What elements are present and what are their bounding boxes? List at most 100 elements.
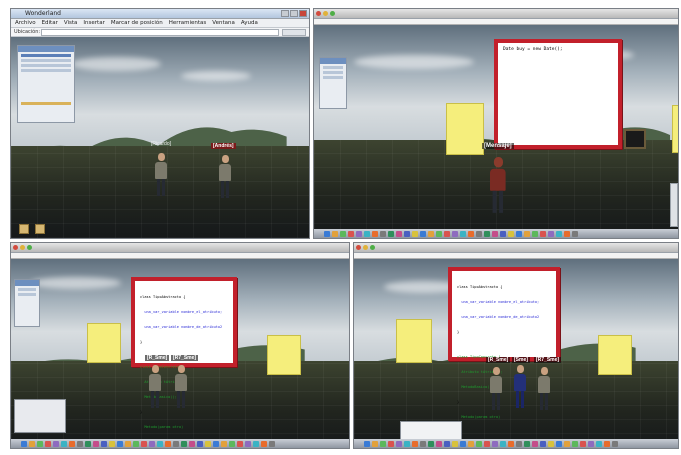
dock-app-icon[interactable] xyxy=(237,440,243,447)
dock-app-icon[interactable] xyxy=(133,440,139,447)
dock-app-icon[interactable] xyxy=(404,230,410,237)
minimize-button[interactable] xyxy=(20,245,25,250)
dock-app-icon[interactable] xyxy=(524,230,530,237)
dock-app-icon[interactable] xyxy=(380,230,386,237)
dock-app-icon[interactable] xyxy=(516,230,522,237)
dock-app-icon[interactable] xyxy=(564,440,570,447)
dock-app-icon[interactable] xyxy=(197,440,203,447)
dock-app-icon[interactable] xyxy=(412,230,418,237)
dock-app-icon[interactable] xyxy=(404,440,410,447)
menu-item-ayuda[interactable]: Ayuda xyxy=(241,19,258,27)
dock-app-icon[interactable] xyxy=(364,230,370,237)
minimize-button[interactable] xyxy=(323,11,328,16)
sticky-note[interactable] xyxy=(672,105,678,153)
sticky-note[interactable] xyxy=(396,319,432,363)
dock-app-icon[interactable] xyxy=(580,440,586,447)
user-list-window[interactable] xyxy=(319,57,347,109)
dock-app-icon[interactable] xyxy=(117,440,123,447)
scrollbar[interactable] xyxy=(670,183,678,227)
whiteboard[interactable]: Date buy = new Date(); xyxy=(494,39,622,149)
user-list-window[interactable] xyxy=(14,279,40,327)
dock-app-icon[interactable] xyxy=(428,440,434,447)
dock-app-icon[interactable] xyxy=(69,440,75,447)
avatar[interactable] xyxy=(219,155,231,198)
dock-app-icon[interactable] xyxy=(516,440,522,447)
dock-app-icon[interactable] xyxy=(420,440,426,447)
avatar[interactable] xyxy=(149,365,161,408)
dock-app-icon[interactable] xyxy=(173,440,179,447)
dock-app-icon[interactable] xyxy=(85,440,91,447)
tool-button[interactable] xyxy=(35,224,45,234)
menu-item-herramientas[interactable]: Herramientas xyxy=(169,19,206,27)
dock-app-icon[interactable] xyxy=(476,440,482,447)
dock-app-icon[interactable] xyxy=(500,440,506,447)
whiteboard[interactable]: class TipoAbstracto { una_var_variable n… xyxy=(448,267,560,419)
dock-app-icon[interactable] xyxy=(141,440,147,447)
dock-app-icon[interactable] xyxy=(604,440,610,447)
dock-app-icon[interactable] xyxy=(484,230,490,237)
dock-app-icon[interactable] xyxy=(340,230,346,237)
dock-app-icon[interactable] xyxy=(556,230,562,237)
dock-app-icon[interactable] xyxy=(612,440,618,447)
dock-app-icon[interactable] xyxy=(388,230,394,237)
dock-app-icon[interactable] xyxy=(396,230,402,237)
sticky-note[interactable] xyxy=(598,335,632,375)
dock-app-icon[interactable] xyxy=(396,440,402,447)
dock-app-icon[interactable] xyxy=(572,230,578,237)
dock-app-icon[interactable] xyxy=(181,440,187,447)
dialog-window[interactable] xyxy=(14,399,66,433)
dock-app-icon[interactable] xyxy=(21,440,27,447)
zoom-button[interactable] xyxy=(27,245,32,250)
dock-app-icon[interactable] xyxy=(556,440,562,447)
dock-app-icon[interactable] xyxy=(420,230,426,237)
dock-app-icon[interactable] xyxy=(332,230,338,237)
menu-item-insertar[interactable]: Insertar xyxy=(83,19,104,27)
dock-app-icon[interactable] xyxy=(245,440,251,447)
dock-app-icon[interactable] xyxy=(189,440,195,447)
menu-item-vista[interactable]: Vista xyxy=(64,19,78,27)
dock-app-icon[interactable] xyxy=(157,440,163,447)
dock-app-icon[interactable] xyxy=(532,230,538,237)
dock-app-icon[interactable] xyxy=(61,440,67,447)
dock-app-icon[interactable] xyxy=(492,440,498,447)
dock-app-icon[interactable] xyxy=(476,230,482,237)
dock-app-icon[interactable] xyxy=(452,440,458,447)
dock-app-icon[interactable] xyxy=(261,440,267,447)
dock-app-icon[interactable] xyxy=(524,440,530,447)
zoom-button[interactable] xyxy=(370,245,375,250)
window-titlebar[interactable] xyxy=(354,243,678,253)
dock-app-icon[interactable] xyxy=(364,440,370,447)
avatar[interactable] xyxy=(490,157,506,213)
close-button[interactable] xyxy=(299,10,307,17)
zoom-button[interactable] xyxy=(330,11,335,16)
close-button[interactable] xyxy=(13,245,18,250)
menu-item-marcar[interactable]: Marcar de posición xyxy=(111,19,163,27)
dock-app-icon[interactable] xyxy=(548,440,554,447)
maximize-button[interactable] xyxy=(290,10,298,17)
dock-app-icon[interactable] xyxy=(444,230,450,237)
dock-app-icon[interactable] xyxy=(468,440,474,447)
dock-app-icon[interactable] xyxy=(149,440,155,447)
dock-app-icon[interactable] xyxy=(221,440,227,447)
dock-app-icon[interactable] xyxy=(356,230,362,237)
go-button[interactable] xyxy=(282,29,306,36)
sticky-note[interactable] xyxy=(87,323,121,363)
whiteboard[interactable]: class TipoAbstracto { una_var_variable n… xyxy=(131,277,237,429)
menu-item-ventana[interactable]: Ventana xyxy=(212,19,235,27)
sticky-note[interactable] xyxy=(446,103,484,155)
dock-app-icon[interactable] xyxy=(468,230,474,237)
dock-app-icon[interactable] xyxy=(372,230,378,237)
dock-app-icon[interactable] xyxy=(484,440,490,447)
dock-app-icon[interactable] xyxy=(564,230,570,237)
dock-app-icon[interactable] xyxy=(380,440,386,447)
close-button[interactable] xyxy=(316,11,321,16)
dock-app-icon[interactable] xyxy=(460,230,466,237)
dock-app-icon[interactable] xyxy=(572,440,578,447)
window-titlebar[interactable] xyxy=(314,9,678,19)
dock-app-icon[interactable] xyxy=(540,230,546,237)
close-button[interactable] xyxy=(356,245,361,250)
minimize-button[interactable] xyxy=(363,245,368,250)
window-titlebar[interactable] xyxy=(11,243,349,253)
dock-app-icon[interactable] xyxy=(588,440,594,447)
dock-app-icon[interactable] xyxy=(596,440,602,447)
